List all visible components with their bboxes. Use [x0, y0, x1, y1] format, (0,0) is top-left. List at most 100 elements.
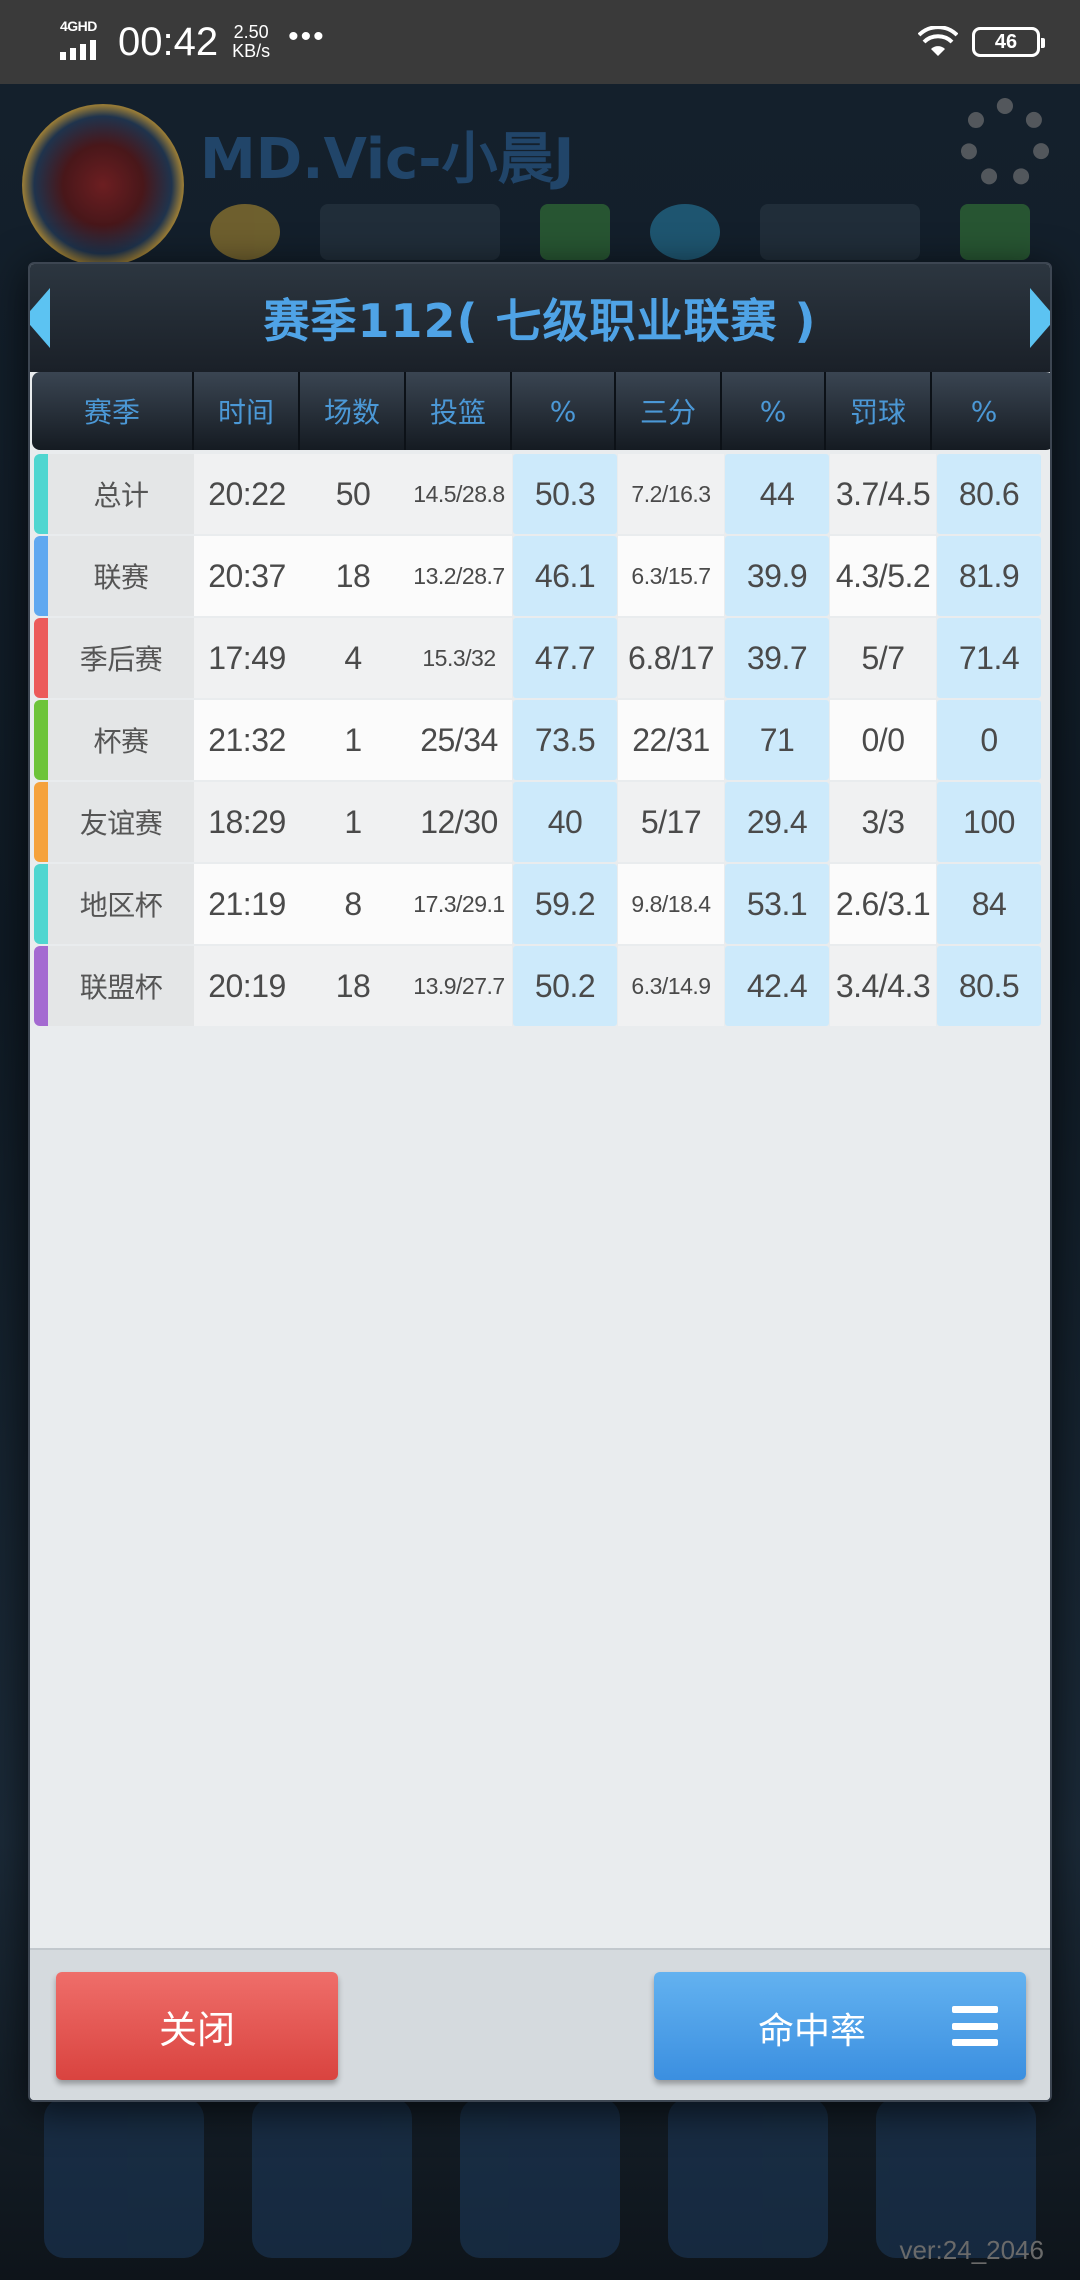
- cell-ft: 0/0: [830, 700, 936, 780]
- cell-games: 8: [300, 864, 406, 944]
- cell-ft-pct: 100: [937, 782, 1041, 862]
- table-header: 赛季 时间 场数 投篮 % 三分 % 罚球 %: [32, 372, 1050, 450]
- cell-name: 联盟杯: [48, 946, 194, 1026]
- cell-fg-pct: 73.5: [513, 700, 617, 780]
- cell-fg: 13.2/28.7: [406, 536, 512, 616]
- version-label: ver:24_2046: [899, 2235, 1044, 2265]
- column-header: %: [970, 394, 998, 428]
- cell-three-pct: 29.4: [725, 782, 829, 862]
- row-color-marker: [34, 864, 48, 944]
- cell-three-pct: 53.1: [725, 864, 829, 944]
- cell-name: 联赛: [48, 536, 194, 616]
- wifi-icon: [918, 26, 958, 56]
- table-body: 总计 20:22 50 14.5/28.8 50.3 7.2/16.3 44 3.7/4.5 8…: [30, 454, 1050, 1026]
- cellular-signal-icon: 4GHD: [58, 18, 104, 66]
- cell-fg: 15.3/32: [406, 618, 512, 698]
- cell-three-pct: 42.4: [725, 946, 829, 1026]
- stats-table: 赛季 时间 场数 投篮 % 三分 % 罚球 % 总计 20:22 50 14.5/28…: [30, 372, 1050, 1028]
- column-header: 罚球: [826, 372, 932, 450]
- cell-three: 22/31: [618, 700, 724, 780]
- cell-games: 18: [300, 946, 406, 1026]
- status-bar: 4GHD 00:42 2.50 KB/s ••• 46: [0, 0, 1080, 84]
- dialog-title: 赛季112( 七级职业联赛 ): [263, 294, 817, 348]
- cell-games: 4: [300, 618, 406, 698]
- cell-ft-pct: 84: [937, 864, 1041, 944]
- menu-icon: [952, 2006, 998, 2046]
- network-speed: 2.50 KB/s: [232, 22, 271, 61]
- cell-ft: 3.4/4.3: [830, 946, 936, 1026]
- cell-fg-pct: 47.7: [513, 618, 617, 698]
- previous-season-arrow-icon[interactable]: [30, 288, 50, 348]
- cell-three-pct: 44: [725, 454, 829, 534]
- table-row[interactable]: 联赛 20:37 18 13.2/28.7 46.1 6.3/15.7 39.9 4.3/5.…: [30, 536, 1050, 616]
- battery-icon: 46: [972, 27, 1045, 57]
- court-icon: [460, 2098, 620, 2258]
- settings-gear-icon: [960, 98, 1050, 188]
- column-header: 三分: [616, 372, 722, 450]
- cell-three: 9.8/18.4: [618, 864, 724, 944]
- cell-time: 18:29: [194, 782, 300, 862]
- cell-games: 1: [300, 782, 406, 862]
- column-header: 场数: [300, 372, 406, 450]
- dialog-header: 赛季112( 七级职业联赛 ): [30, 264, 1050, 372]
- row-color-marker: [34, 946, 48, 1026]
- cell-three-pct: 39.7: [725, 618, 829, 698]
- table-row[interactable]: 杯赛 21:32 1 25/34 73.5 22/31 71 0/0 0: [30, 700, 1050, 780]
- cell-time: 17:49: [194, 618, 300, 698]
- cell-time: 20:37: [194, 536, 300, 616]
- cell-ft-pct: 71.4: [937, 618, 1041, 698]
- cell-ft: 4.3/5.2: [830, 536, 936, 616]
- accuracy-button[interactable]: 命中率: [654, 1972, 1026, 2080]
- accuracy-button-label: 命中率: [758, 2011, 867, 2052]
- cell-fg: 17.3/29.1: [406, 864, 512, 944]
- next-season-arrow-icon[interactable]: [1030, 288, 1050, 348]
- more-notifications-icon: •••: [288, 20, 326, 53]
- column-header: %: [722, 372, 826, 450]
- column-header: 投篮: [406, 372, 512, 450]
- table-row[interactable]: 季后赛 17:49 4 15.3/32 47.7 6.8/17 39.7 5/7 71.4: [30, 618, 1050, 698]
- cell-three: 6.3/14.9: [618, 946, 724, 1026]
- cell-ft-pct: 81.9: [937, 536, 1041, 616]
- cell-three: 6.3/15.7: [618, 536, 724, 616]
- cell-time: 20:22: [194, 454, 300, 534]
- cell-three-pct: 39.9: [725, 536, 829, 616]
- close-button[interactable]: 关闭: [56, 1972, 338, 2080]
- cell-name: 友谊赛: [48, 782, 194, 862]
- star-icon: [44, 2098, 204, 2258]
- cell-time: 21:19: [194, 864, 300, 944]
- cell-three-pct: 71: [725, 700, 829, 780]
- chat-icon: [668, 2098, 828, 2258]
- cell-ft: 5/7: [830, 618, 936, 698]
- team-logo: [22, 104, 184, 266]
- column-header: 时间: [194, 372, 300, 450]
- row-color-marker: [34, 618, 48, 698]
- cell-ft: 2.6/3.1: [830, 864, 936, 944]
- cell-ft-pct: 80.5: [937, 946, 1041, 1026]
- row-color-marker: [34, 782, 48, 862]
- table-row[interactable]: 友谊赛 18:29 1 12/30 40 5/17 29.4 3/3 100: [30, 782, 1050, 862]
- table-row[interactable]: 总计 20:22 50 14.5/28.8 50.3 7.2/16.3 44 3.7/4.5 8…: [30, 454, 1050, 534]
- row-color-marker: [34, 454, 48, 534]
- cell-fg-pct: 59.2: [513, 864, 617, 944]
- player-name: MD.Vic-小晨J: [200, 127, 575, 192]
- cell-name: 季后赛: [48, 618, 194, 698]
- cell-name: 杯赛: [48, 700, 194, 780]
- dialog-footer: 关闭 命中率: [30, 1948, 1050, 2100]
- cell-name: 地区杯: [48, 864, 194, 944]
- table-row[interactable]: 联盟杯 20:19 18 13.9/27.7 50.2 6.3/14.9 42.4 3.4/4…: [30, 946, 1050, 1026]
- row-color-marker: [34, 700, 48, 780]
- table-row[interactable]: 地区杯 21:19 8 17.3/29.1 59.2 9.8/18.4 53.1 2.6/3.…: [30, 864, 1050, 944]
- clock: 00:42: [118, 19, 219, 64]
- cell-fg-pct: 50.3: [513, 454, 617, 534]
- cell-fg-pct: 46.1: [513, 536, 617, 616]
- cell-name: 总计: [48, 454, 194, 534]
- cell-three: 6.8/17: [618, 618, 724, 698]
- yen-icon: [252, 2098, 412, 2258]
- battery-level: 46: [994, 30, 1018, 53]
- cell-games: 18: [300, 536, 406, 616]
- cell-fg-pct: 40: [513, 782, 617, 862]
- cell-time: 21:32: [194, 700, 300, 780]
- cell-ft: 3/3: [830, 782, 936, 862]
- cell-time: 20:19: [194, 946, 300, 1026]
- background-resource-bar: [210, 204, 1050, 264]
